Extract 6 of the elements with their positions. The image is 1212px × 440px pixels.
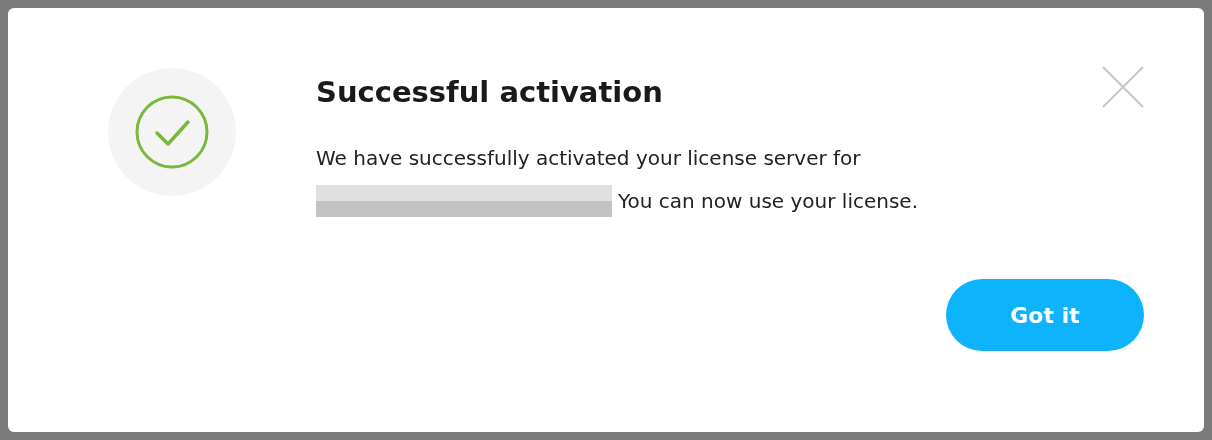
close-icon[interactable] bbox=[1102, 66, 1144, 108]
message-text: We have successfully activated your license server for bbox=[316, 146, 861, 172]
check-circle-icon bbox=[134, 94, 210, 170]
dialog-title: Successful activation bbox=[316, 74, 663, 111]
message-text: You can now use your license. bbox=[618, 188, 918, 214]
confirm-button[interactable]: Got it bbox=[946, 279, 1144, 352]
